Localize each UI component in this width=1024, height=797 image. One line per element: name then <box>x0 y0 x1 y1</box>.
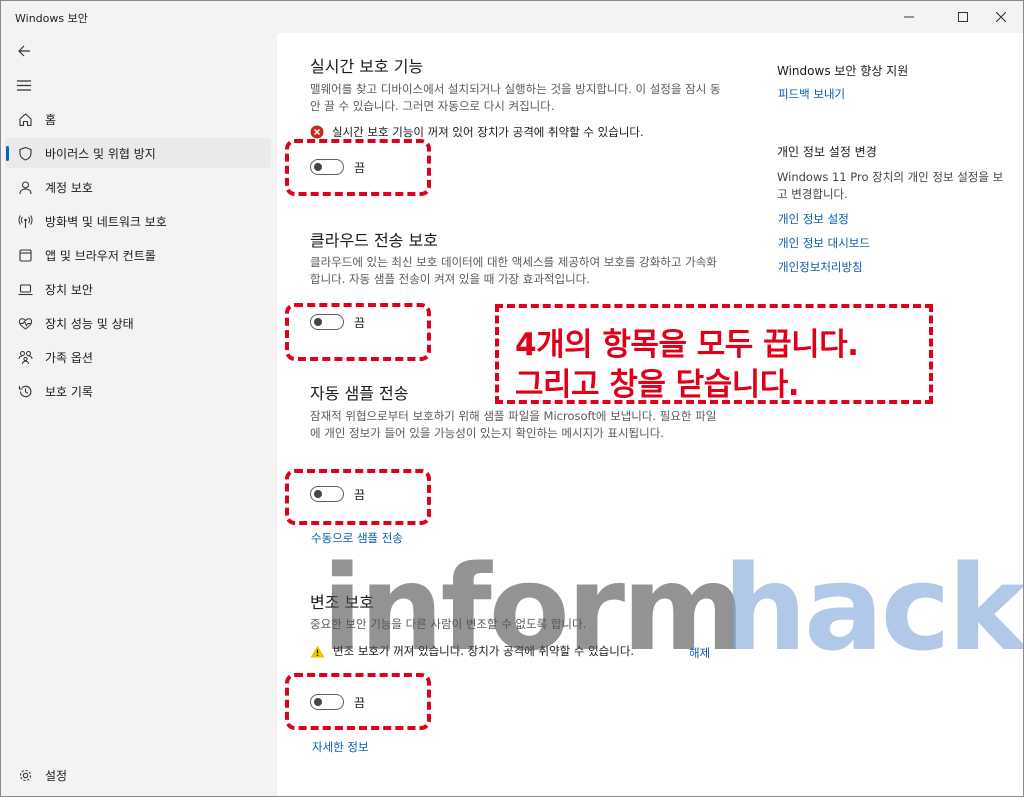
realtime-protection-alert: 실시간 보호 기능이 꺼져 있어 장치가 공격에 취약할 수 있습니다. <box>310 125 644 139</box>
heart-pulse-icon <box>16 314 34 332</box>
cloud-protection-desc: 클라우드에 있는 최신 보호 데이터에 대한 액세스를 제공하여 보호를 강화하… <box>310 255 717 286</box>
privacy-settings-title: 개인 정보 설정 변경 <box>777 145 877 159</box>
feedback-link[interactable]: 피드백 보내기 <box>778 86 845 102</box>
sidebar-item-account-protection[interactable]: 계정 보호 <box>5 172 271 202</box>
annotation-line-2: 그리고 창을 닫습니다. <box>515 367 800 403</box>
minimize-button[interactable] <box>886 1 932 33</box>
learn-more-link[interactable]: 자세한 정보 <box>312 739 369 755</box>
tamper-protection-alert: 변조 보호가 꺼져 있습니다. 장치가 공격에 취약할 수 있습니다. <box>310 644 634 658</box>
close-icon <box>996 12 1006 22</box>
sidebar-item-label: 방화벽 및 네트워크 보호 <box>45 215 167 229</box>
sample-submission-desc: 잠재적 위협으로부터 보호하기 위해 샘플 파일을 Microsoft에 보냅니… <box>310 409 717 440</box>
highlight-box-sample <box>285 469 431 525</box>
highlight-box-cloud <box>285 303 431 361</box>
privacy-policy-link[interactable]: 개인정보처리방침 <box>778 259 863 275</box>
sidebar-item-family-options[interactable]: 가족 옵션 <box>5 342 271 372</box>
antenna-icon <box>16 212 34 230</box>
sidebar-item-label: 장치 성능 및 상태 <box>45 317 134 331</box>
sidebar-item-label: 계정 보호 <box>45 181 93 195</box>
error-icon <box>310 125 324 139</box>
highlight-box-realtime <box>285 139 431 196</box>
sidebar-item-firewall[interactable]: 방화벽 및 네트워크 보호 <box>5 206 271 236</box>
sidebar-item-device-performance[interactable]: 장치 성능 및 상태 <box>5 308 271 338</box>
menu-button[interactable] <box>13 74 35 96</box>
highlight-box-tamper <box>285 673 431 730</box>
privacy-dashboard-link[interactable]: 개인 정보 대시보드 <box>778 235 870 251</box>
person-icon <box>16 178 34 196</box>
privacy-settings-desc: Windows 11 Pro 장치의 개인 정보 설정을 보고 변경합니다. <box>777 170 1004 201</box>
cloud-protection-title: 클라우드 전송 보호 <box>310 231 438 250</box>
sidebar-item-settings[interactable]: 설정 <box>5 760 271 790</box>
sidebar-item-label: 앱 및 브라우저 컨트롤 <box>45 249 156 263</box>
manual-sample-submit-link[interactable]: 수동으로 샘플 전송 <box>311 530 403 546</box>
alert-text: 변조 보호가 꺼져 있습니다. 장치가 공격에 취약할 수 있습니다. <box>333 644 635 658</box>
sidebar-item-device-security[interactable]: 장치 보안 <box>5 274 271 304</box>
improve-security-title: Windows 보안 향상 지원 <box>777 64 909 78</box>
history-icon <box>16 382 34 400</box>
alert-text: 실시간 보호 기능이 꺼져 있어 장치가 공격에 취약할 수 있습니다. <box>332 125 644 139</box>
home-icon <box>16 110 34 128</box>
sidebar-item-protection-history[interactable]: 보호 기록 <box>5 376 271 406</box>
warning-icon <box>310 645 325 658</box>
maximize-icon <box>958 12 968 22</box>
sidebar-item-virus-protection[interactable]: 바이러스 및 위협 방지 <box>5 138 271 168</box>
sidebar-item-label: 바이러스 및 위협 방지 <box>45 147 156 161</box>
sidebar-item-label: 보호 기록 <box>45 385 93 399</box>
windows-security-window: Windows 보안 홈 바이러스 및 위협 방지 계정 보호 방화벽 및 네트… <box>0 0 1024 797</box>
minimize-icon <box>904 16 914 18</box>
sidebar-item-label: 설정 <box>45 769 68 783</box>
sidebar-item-app-browser[interactable]: 앱 및 브라우저 컨트롤 <box>5 240 271 270</box>
annotation-callout: 4개의 항목을 모두 끕니다. 그리고 창을 닫습니다. <box>495 304 933 404</box>
app-window-icon <box>16 246 34 264</box>
tamper-protection-desc: 중요한 보안 기능을 다른 사람이 변조할 수 없도록 합니다. <box>310 617 587 631</box>
back-button[interactable] <box>13 40 35 62</box>
sidebar-item-label: 가족 옵션 <box>45 351 93 365</box>
shield-icon <box>16 144 34 162</box>
annotation-line-1: 4개의 항목을 모두 끕니다. <box>515 327 859 363</box>
gear-icon <box>16 766 34 784</box>
privacy-settings-link[interactable]: 개인 정보 설정 <box>778 211 849 227</box>
tamper-protection-title: 변조 보호 <box>310 593 374 612</box>
close-button[interactable] <box>978 1 1023 33</box>
sidebar-item-label: 장치 보안 <box>45 283 93 297</box>
realtime-protection-title: 실시간 보호 기능 <box>310 57 424 76</box>
sidebar: 홈 바이러스 및 위협 방지 계정 보호 방화벽 및 네트워크 보호 앱 및 브… <box>1 33 277 796</box>
sidebar-item-label: 홈 <box>45 113 57 127</box>
sidebar-item-home[interactable]: 홈 <box>5 104 271 134</box>
laptop-icon <box>16 280 34 298</box>
back-arrow-icon <box>17 45 30 57</box>
app-title: Windows 보안 <box>15 12 88 25</box>
title-bar: Windows 보안 <box>1 1 1023 33</box>
dismiss-link[interactable]: 해제 <box>689 645 710 661</box>
hamburger-icon <box>17 79 31 91</box>
sample-submission-title: 자동 샘플 전송 <box>310 384 409 403</box>
family-icon <box>16 348 34 366</box>
realtime-protection-desc: 맬웨어를 찾고 디바이스에서 설치되거나 실행하는 것을 방지합니다. 이 설정… <box>310 82 721 113</box>
